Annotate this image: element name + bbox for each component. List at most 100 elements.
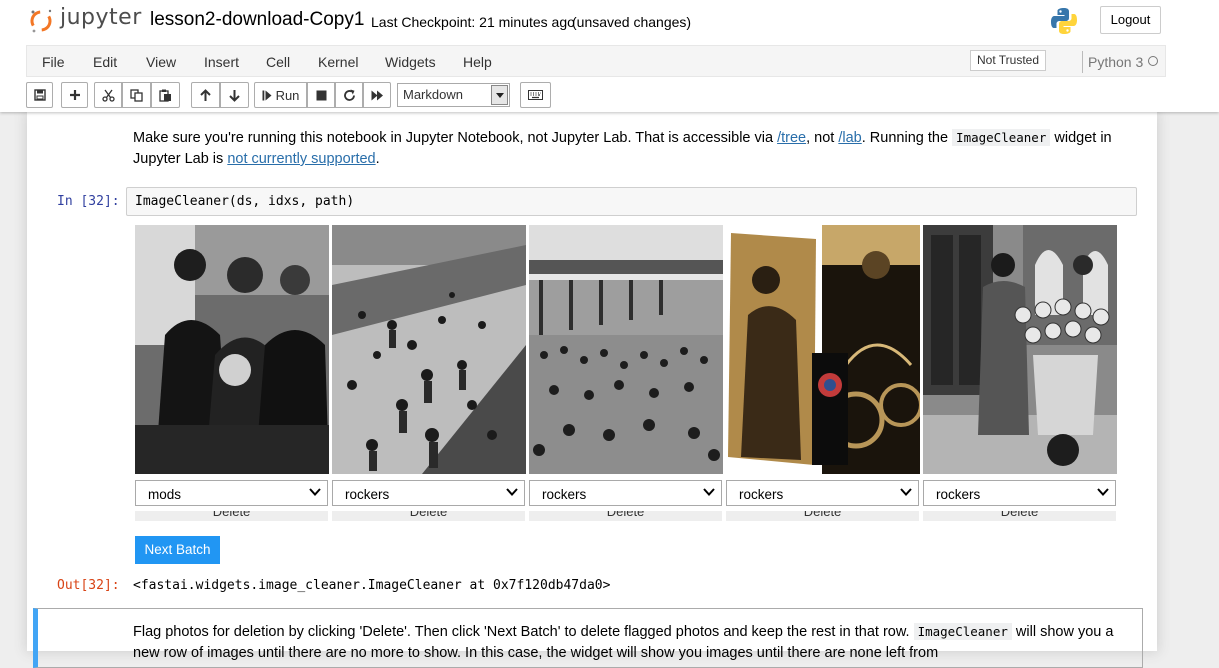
chevron-down-icon [491, 85, 508, 105]
code-input-area[interactable]: ImageCleaner(ds, idxs, path) [126, 187, 1137, 216]
label-value-4: rockers [739, 487, 784, 502]
cell-output-text: <fastai.widgets.image_cleaner.ImageClean… [133, 578, 611, 593]
tree-link[interactable]: /tree [777, 130, 806, 146]
lab-link[interactable]: /lab [838, 130, 861, 146]
delete-label: Delete [803, 511, 842, 519]
label-dropdown-3[interactable]: rockers [529, 480, 722, 506]
kernel-divider [1082, 51, 1083, 73]
arrow-up-icon [200, 88, 211, 101]
jupyter-logo-text: jupyter [60, 5, 142, 30]
chevron-down-icon [506, 488, 518, 496]
label-dropdown-2[interactable]: rockers [332, 480, 525, 506]
copy-button[interactable] [122, 82, 151, 108]
cell-type-select[interactable]: Markdown [397, 83, 510, 107]
cell-type-value: Markdown [403, 87, 463, 102]
trust-button[interactable]: Not Trusted [970, 50, 1046, 71]
chevron-down-icon [900, 488, 912, 496]
restart-run-all-button[interactable] [363, 82, 391, 108]
md2-line2: new row of images until there are no mor… [133, 645, 939, 661]
photo-rockers-collage [726, 225, 920, 474]
run-button[interactable]: Run [254, 82, 307, 108]
md2-text-a: Flag photos for deletion by clicking 'De… [133, 624, 914, 640]
notebook-title[interactable]: lesson2-download-Copy1 [150, 9, 364, 31]
delete-button-2[interactable]: Delete [332, 511, 525, 521]
image-tile-4 [726, 225, 920, 474]
chevron-down-icon [309, 488, 321, 496]
interrupt-button[interactable] [307, 82, 335, 108]
label-dropdown-1[interactable]: mods [135, 480, 328, 506]
image-tile-2 [332, 225, 526, 474]
refresh-icon [343, 89, 355, 101]
label-value-2: rockers [345, 487, 390, 502]
label-dropdown-4[interactable]: rockers [726, 480, 919, 506]
md1-text-c: . Running the [861, 130, 953, 146]
delete-label: Delete [1000, 511, 1039, 519]
move-up-button[interactable] [191, 82, 220, 108]
menu-help[interactable]: Help [463, 54, 492, 70]
menu-cell[interactable]: Cell [266, 54, 290, 70]
plus-icon [69, 90, 80, 100]
not-supported-link[interactable]: not currently supported [227, 151, 375, 167]
md1-line2-b: . [375, 151, 380, 167]
delete-button-5[interactable]: Delete [923, 511, 1116, 521]
arrow-down-icon [229, 89, 240, 102]
image-tile-3 [529, 225, 723, 474]
chevron-down-icon [1097, 488, 1109, 496]
photo-rockers-beach [332, 225, 526, 474]
command-palette-button[interactable] [520, 82, 551, 108]
restart-button[interactable] [335, 82, 363, 108]
menubar: File Edit View Insert Cell Kernel Widget… [26, 45, 1166, 77]
delete-button-3[interactable]: Delete [529, 511, 722, 521]
stop-icon [316, 90, 326, 100]
input-prompt: In [32]: [57, 194, 120, 209]
autosave-status: (unsaved changes) [572, 14, 692, 30]
paste-button[interactable] [151, 82, 180, 108]
menu-file[interactable]: File [42, 54, 65, 70]
toolbar: Run Markdown [26, 82, 1166, 108]
delete-button-1[interactable]: Delete [135, 511, 328, 521]
photo-mods-scooter [923, 225, 1117, 474]
label-value-3: rockers [542, 487, 587, 502]
md2-text-b: will show you a [1011, 624, 1114, 640]
image-tile-1 [135, 225, 329, 474]
chevron-down-icon [703, 488, 715, 496]
label-dropdown-5[interactable]: rockers [923, 480, 1116, 506]
photo-rockers-promenade [529, 225, 723, 474]
step-forward-icon [262, 90, 272, 100]
notebook-container: Make sure you're running this notebook i… [27, 112, 1157, 668]
md1-text-a: Make sure you're running this notebook i… [133, 130, 778, 146]
kernel-name: Python 3 [1088, 54, 1144, 70]
inline-code: ImageCleaner [952, 129, 1051, 146]
checkpoint-status: Last Checkpoint: 21 minutes ago [371, 14, 575, 30]
md1-text-d: widget in [1050, 130, 1112, 146]
output-prompt: Out[32]: [57, 578, 120, 593]
md1-line2-a: Jupyter Lab is [133, 151, 228, 167]
insert-cell-button[interactable] [61, 82, 88, 108]
kernel-idle-icon [1148, 56, 1158, 66]
menu-widgets[interactable]: Widgets [385, 54, 436, 70]
label-value-5: rockers [936, 487, 981, 502]
menu-view[interactable]: View [146, 54, 176, 70]
paste-icon [159, 89, 171, 102]
markdown-cell-warning[interactable]: Make sure you're running this notebook i… [133, 127, 1123, 170]
save-icon [33, 89, 46, 101]
logout-button[interactable]: Logout [1100, 6, 1161, 34]
fast-forward-icon [371, 90, 383, 100]
inline-code: ImageCleaner [913, 623, 1012, 640]
delete-label: Delete [212, 511, 251, 519]
photo-mods-crowd [135, 225, 329, 474]
delete-label: Delete [409, 511, 448, 519]
move-down-button[interactable] [220, 82, 249, 108]
keyboard-icon [528, 90, 543, 100]
markdown-cell-instructions: Flag photos for deletion by clicking 'De… [133, 621, 1123, 664]
menu-insert[interactable]: Insert [204, 54, 239, 70]
label-value-1: mods [148, 487, 182, 502]
save-button[interactable] [26, 82, 53, 108]
cut-button[interactable] [94, 82, 122, 108]
menu-edit[interactable]: Edit [93, 54, 117, 70]
next-batch-button[interactable]: Next Batch [135, 536, 220, 564]
menu-kernel[interactable]: Kernel [318, 54, 358, 70]
delete-button-4[interactable]: Delete [726, 511, 919, 521]
cut-icon [101, 89, 115, 102]
run-button-label: Run [275, 87, 300, 103]
